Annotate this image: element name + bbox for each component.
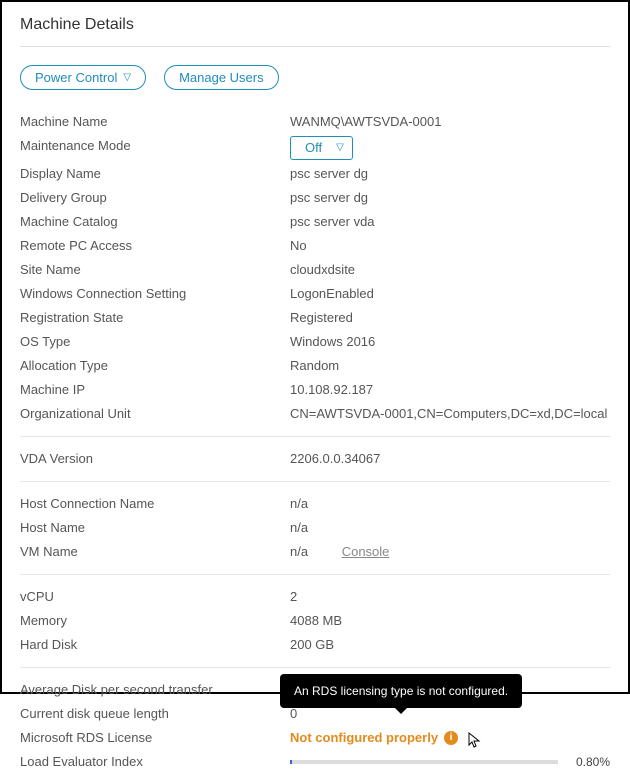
value-vm-name: n/a Console bbox=[290, 542, 610, 562]
maintenance-mode-select[interactable]: Off ▽ bbox=[290, 136, 353, 160]
lei-progress-bar bbox=[290, 760, 558, 764]
rds-status-text: Not configured properly bbox=[290, 728, 438, 748]
value-machine-ip: 10.108.92.187 bbox=[290, 380, 610, 400]
manage-users-label: Manage Users bbox=[179, 70, 264, 85]
page-title: Machine Details bbox=[20, 16, 610, 34]
value-host-conn: n/a bbox=[290, 494, 610, 514]
action-bar: Power Control ▽ Manage Users bbox=[20, 65, 610, 90]
rds-tooltip: An RDS licensing type is not configured. bbox=[280, 674, 522, 708]
section-divider bbox=[20, 436, 610, 437]
value-os-type: Windows 2016 bbox=[290, 332, 610, 352]
label-avg-disk: Average Disk per second transfer bbox=[20, 680, 280, 700]
value-delivery-group: psc server dg bbox=[290, 188, 610, 208]
power-control-button[interactable]: Power Control ▽ bbox=[20, 65, 146, 90]
label-host-conn: Host Connection Name bbox=[20, 494, 280, 514]
label-alloc-type: Allocation Type bbox=[20, 356, 280, 376]
section-divider bbox=[20, 574, 610, 575]
section-divider bbox=[20, 667, 610, 668]
label-host-name: Host Name bbox=[20, 518, 280, 538]
value-display-name: psc server dg bbox=[290, 164, 610, 184]
label-memory: Memory bbox=[20, 611, 280, 631]
label-ou: Organizational Unit bbox=[20, 404, 280, 424]
label-remote-pc: Remote PC Access bbox=[20, 236, 280, 256]
value-machine-name: WANMQ\AWTSVDA-0001 bbox=[290, 112, 610, 132]
value-memory: 4088 MB bbox=[290, 611, 610, 631]
label-vm-name: VM Name bbox=[20, 542, 280, 562]
value-lei: 0.80% bbox=[290, 752, 610, 772]
label-machine-catalog: Machine Catalog bbox=[20, 212, 280, 232]
label-rds: Microsoft RDS License bbox=[20, 728, 280, 748]
label-machine-ip: Machine IP bbox=[20, 380, 280, 400]
chevron-down-icon: ▽ bbox=[123, 72, 131, 83]
maintenance-mode-value: Off bbox=[305, 138, 322, 158]
value-hard-disk: 200 GB bbox=[290, 635, 610, 655]
details-grid: Machine Name WANMQ\AWTSVDA-0001 Maintena… bbox=[20, 112, 610, 772]
console-link[interactable]: Console bbox=[342, 544, 390, 559]
label-reg-state: Registration State bbox=[20, 308, 280, 328]
label-lei: Load Evaluator Index bbox=[20, 752, 280, 772]
manage-users-button[interactable]: Manage Users bbox=[164, 65, 279, 90]
label-vcpu: vCPU bbox=[20, 587, 280, 607]
label-disk-queue: Current disk queue length bbox=[20, 704, 280, 724]
value-vcpu: 2 bbox=[290, 587, 610, 607]
label-win-conn: Windows Connection Setting bbox=[20, 284, 280, 304]
label-vda-version: VDA Version bbox=[20, 449, 280, 469]
cursor-icon bbox=[468, 732, 482, 750]
value-site-name: cloudxdsite bbox=[290, 260, 610, 280]
value-vda-version: 2206.0.0.34067 bbox=[290, 449, 610, 469]
value-alloc-type: Random bbox=[290, 356, 610, 376]
lei-percent: 0.80% bbox=[568, 752, 610, 772]
chevron-down-icon: ▽ bbox=[336, 138, 344, 158]
lei-progress-fill bbox=[290, 760, 292, 764]
label-site-name: Site Name bbox=[20, 260, 280, 280]
label-maintenance-mode: Maintenance Mode bbox=[20, 136, 280, 160]
power-control-label: Power Control bbox=[35, 70, 117, 85]
label-display-name: Display Name bbox=[20, 164, 280, 184]
section-divider bbox=[20, 481, 610, 482]
value-host-name: n/a bbox=[290, 518, 610, 538]
value-machine-catalog: psc server vda bbox=[290, 212, 610, 232]
value-remote-pc: No bbox=[290, 236, 610, 256]
label-delivery-group: Delivery Group bbox=[20, 188, 280, 208]
value-rds: Not configured properly i bbox=[290, 728, 610, 748]
value-reg-state: Registered bbox=[290, 308, 610, 328]
value-win-conn: LogonEnabled bbox=[290, 284, 610, 304]
value-avg-disk: An RDS licensing type is not configured. bbox=[290, 680, 610, 700]
label-machine-name: Machine Name bbox=[20, 112, 280, 132]
label-hard-disk: Hard Disk bbox=[20, 635, 280, 655]
warning-icon[interactable]: i bbox=[444, 731, 458, 745]
divider bbox=[20, 46, 610, 47]
label-os-type: OS Type bbox=[20, 332, 280, 352]
value-ou: CN=AWTSVDA-0001,CN=Computers,DC=xd,DC=lo… bbox=[290, 404, 610, 424]
